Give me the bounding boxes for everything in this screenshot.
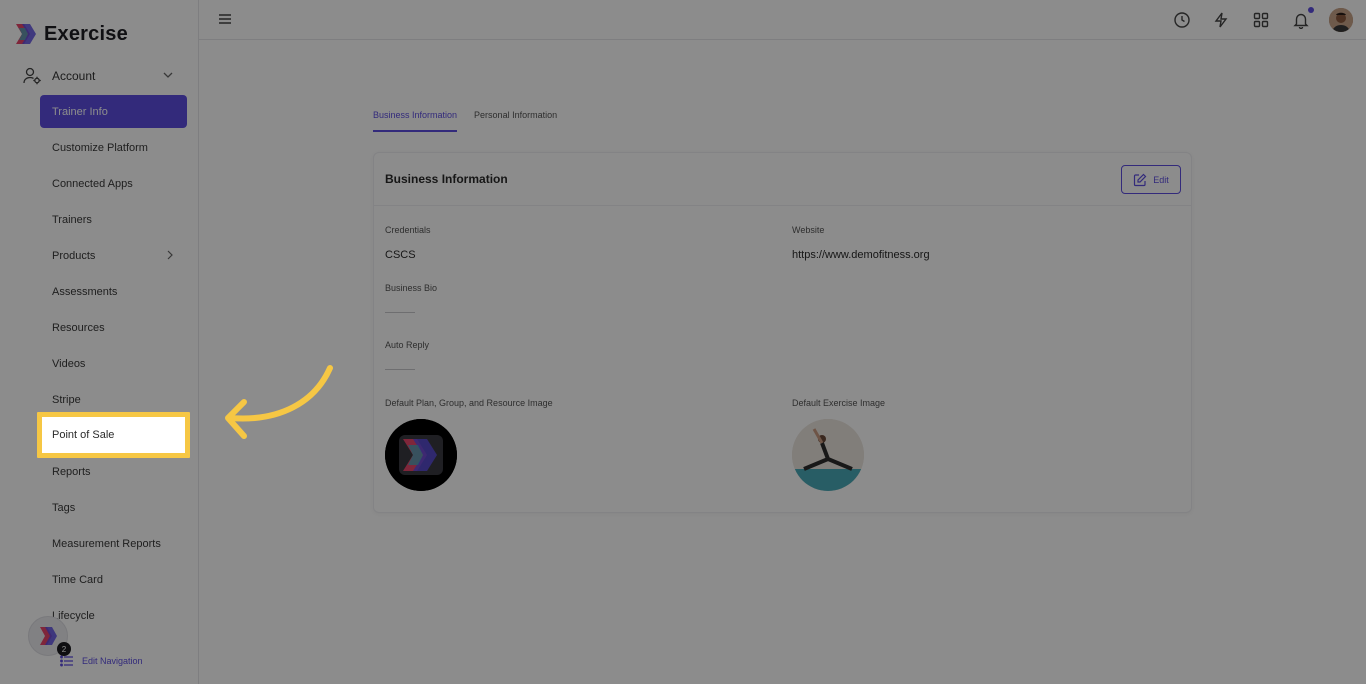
credentials-label: Credentials: [385, 225, 431, 235]
card-header: Business Information Edit: [374, 153, 1191, 206]
tab-personal-information[interactable]: Personal Information: [474, 110, 557, 132]
chevron-right-icon: [167, 250, 173, 260]
auto-reply-empty: [385, 369, 415, 370]
website-value: https://www.demofitness.org: [792, 249, 930, 261]
app-name: Exercise: [44, 22, 128, 45]
sidebar-item-resources[interactable]: Resources: [40, 311, 187, 344]
bell-icon[interactable]: [1292, 11, 1310, 29]
exercise-logo-icon: [40, 627, 57, 645]
edit-icon: [1134, 173, 1147, 186]
sidebar-item-trainer-info[interactable]: Trainer Info: [40, 95, 187, 128]
auto-reply-label: Auto Reply: [385, 340, 430, 350]
sidebar-item-label: Assessments: [52, 285, 118, 298]
sidebar-nav: Trainer Info Customize Platform Connecte…: [40, 95, 187, 635]
business-bio-label: Business Bio: [385, 283, 438, 293]
sidebar-item-label: Videos: [52, 357, 86, 370]
edit-navigation-label: Edit Navigation: [82, 656, 143, 666]
exercise-logo-icon: [385, 419, 457, 491]
business-information-card: Business Information Edit Credentials CS…: [373, 152, 1192, 513]
website-label: Website: [792, 225, 825, 235]
edit-button-label: Edit: [1153, 174, 1169, 185]
sidebar-item-tags[interactable]: Tags: [40, 491, 187, 524]
sidebar-item-label: Time Card: [52, 573, 103, 586]
top-bar: [199, 0, 1366, 40]
clock-icon[interactable]: [1173, 11, 1191, 29]
credentials-value: CSCS: [385, 249, 416, 261]
default-exercise-image-label: Default Exercise Image: [792, 398, 886, 408]
sidebar-item-label: Products: [52, 249, 96, 262]
edit-navigation-link[interactable]: Edit Navigation: [60, 654, 143, 668]
default-exercise-image: [792, 419, 864, 491]
sidebar-item-videos[interactable]: Videos: [40, 347, 187, 380]
exercise-logo-icon: [16, 24, 36, 44]
account-section-label: Account: [52, 69, 96, 83]
notification-dot: [1308, 7, 1314, 13]
sidebar-item-reports[interactable]: Reports: [40, 455, 187, 488]
sidebar-item-label: Customize Platform: [52, 141, 148, 154]
sidebar-item-label: Resources: [52, 321, 105, 334]
default-plan-image-label: Default Plan, Group, and Resource Image: [385, 398, 553, 408]
sidebar-item-trainers[interactable]: Trainers: [40, 203, 187, 236]
sidebar-item-label: Connected Apps: [52, 177, 133, 190]
apps-grid-icon[interactable]: [1252, 11, 1270, 29]
user-avatar-icon: [1329, 8, 1353, 32]
stretching-person-icon: [792, 419, 864, 491]
edit-button[interactable]: Edit: [1121, 165, 1181, 194]
brand[interactable]: Exercise: [14, 22, 128, 46]
sidebar-item-label: Stripe: [52, 393, 81, 406]
sidebar-item-label: Trainer Info: [52, 105, 108, 118]
default-plan-image: [385, 419, 457, 491]
sidebar-item-time-card[interactable]: Time Card: [40, 563, 187, 596]
sidebar-item-label: Trainers: [52, 213, 92, 226]
sidebar-item-assessments[interactable]: Assessments: [40, 275, 187, 308]
lightning-icon[interactable]: [1212, 11, 1230, 29]
card-title: Business Information: [385, 172, 508, 186]
sidebar-item-measurement-reports[interactable]: Measurement Reports: [40, 527, 187, 560]
sidebar: Exercise Account Trainer Info Customize …: [0, 0, 199, 684]
user-settings-icon: [23, 67, 41, 85]
hamburger-menu-icon[interactable]: [218, 12, 232, 26]
sidebar-item-label: Reports: [52, 465, 91, 478]
sidebar-item-label: Tags: [52, 501, 76, 514]
account-section-toggle[interactable]: Account: [22, 64, 178, 88]
sidebar-item-label: Measurement Reports: [52, 537, 161, 550]
sidebar-item-connected-apps[interactable]: Connected Apps: [40, 167, 187, 200]
chevron-down-icon: [163, 72, 173, 78]
highlight-box: [37, 412, 190, 458]
profile-tabs: Business Information Personal Informatio…: [373, 110, 557, 132]
list-icon: [60, 655, 73, 667]
business-bio-empty: [385, 312, 415, 313]
avatar[interactable]: [1329, 8, 1353, 32]
tab-business-information[interactable]: Business Information: [373, 110, 458, 132]
sidebar-item-customize-platform[interactable]: Customize Platform: [40, 131, 187, 164]
pointer-arrow-icon: [225, 365, 333, 439]
sidebar-item-products[interactable]: Products: [40, 239, 187, 272]
